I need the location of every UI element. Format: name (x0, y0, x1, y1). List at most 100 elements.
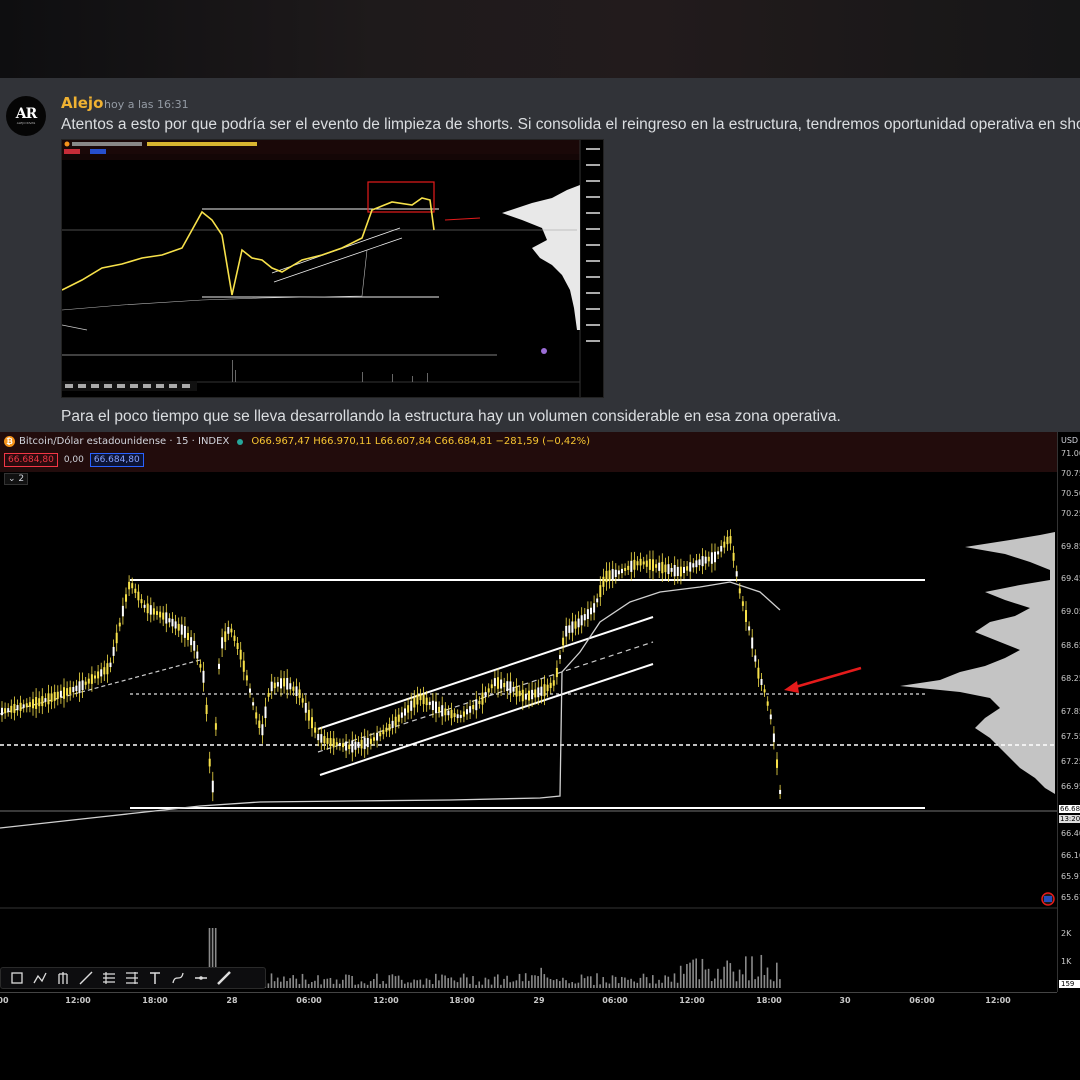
candle-body (59, 690, 62, 698)
candle-body (645, 560, 648, 567)
tradingview-chart[interactable]: ₿ Bitcoin/Dólar estadounidense · 15 · IN… (0, 432, 1080, 1010)
avatar-subtext: ALEJO RIVAS (16, 121, 36, 125)
candle-body (326, 738, 329, 744)
volume-bar (394, 976, 397, 988)
volume-bar (500, 984, 502, 988)
avatar[interactable]: AR ALEJO RIVAS (6, 96, 46, 136)
volume-bar (320, 984, 322, 988)
candle-body (435, 701, 437, 714)
rectangle-icon[interactable] (7, 969, 27, 987)
volume-label: 1K (1061, 957, 1072, 966)
volume-bar (407, 982, 409, 988)
candle-body (521, 689, 524, 702)
volume-bar (466, 977, 468, 988)
red-arrow-annotation[interactable] (784, 666, 862, 693)
candle-body (540, 686, 543, 696)
message-author[interactable]: Alejo (61, 94, 103, 112)
time-label: 12:00 (679, 996, 705, 1005)
candle-body (593, 603, 596, 613)
candle-body (450, 709, 453, 719)
volume-bar (413, 979, 415, 988)
candle-body (528, 690, 530, 701)
long-position-icon[interactable] (99, 969, 119, 987)
candle-body (323, 736, 326, 744)
chart-canvas[interactable] (0, 432, 1057, 992)
volume-bar (714, 978, 716, 988)
candle-body (648, 559, 651, 570)
volume-bar (487, 979, 490, 988)
text-icon[interactable] (145, 969, 165, 987)
time-label: 18:00 (142, 996, 168, 1005)
volume-bar (617, 983, 620, 988)
volume-bar (686, 964, 688, 988)
candle-body (338, 742, 341, 746)
candle-body (583, 614, 586, 621)
volume-bar (450, 977, 453, 988)
candle-body (385, 727, 388, 732)
candle-body (419, 694, 422, 701)
volume-bar (565, 980, 567, 988)
candle-body (140, 599, 143, 604)
volume-bar (518, 973, 521, 988)
price-axis[interactable]: USD 71.00 70.75 70.50 70.25 69.85 69.45 … (1057, 432, 1080, 992)
volume-bar (385, 983, 387, 988)
volume-bar (543, 974, 546, 988)
channel-upper[interactable] (317, 616, 654, 730)
volume-bar (351, 975, 353, 988)
volume-bar (537, 976, 539, 988)
candle-body (35, 697, 38, 709)
candle-body (779, 789, 782, 794)
volume-bar (497, 974, 499, 988)
path-icon[interactable] (30, 969, 50, 987)
candle-body (174, 621, 177, 629)
candle-body (642, 561, 645, 565)
candle-body (280, 678, 282, 689)
candle-body (404, 708, 406, 716)
candle-body (695, 560, 698, 568)
candle-body (515, 686, 518, 697)
trendline-icon[interactable] (76, 969, 96, 987)
volume-bar (304, 979, 307, 988)
fib-icon[interactable] (168, 969, 188, 987)
candle-body (205, 704, 208, 714)
candle-body (425, 697, 428, 706)
candle-body (776, 759, 778, 768)
candle-body (125, 594, 127, 602)
candle-body (41, 696, 44, 707)
volume-bar (568, 983, 570, 988)
candle-body (497, 677, 499, 689)
short-position-icon[interactable] (122, 969, 142, 987)
candle-body (4, 708, 7, 714)
time-label: 30 (839, 996, 851, 1005)
volume-bar (704, 969, 707, 988)
channel-lower[interactable] (319, 663, 654, 776)
time-axis[interactable]: 00 12:00 18:00 28 06:00 12:00 18:00 29 0… (0, 992, 1057, 1010)
candle-body (549, 682, 552, 689)
candle-body (357, 741, 360, 748)
volume-bar (456, 982, 459, 988)
candle-body (177, 623, 180, 631)
volume-bar (459, 977, 462, 988)
pitchfork-icon[interactable] (53, 969, 73, 987)
candle-body (658, 562, 661, 571)
volume-bar (555, 979, 558, 988)
volume-bar (528, 980, 530, 988)
candle-body (459, 714, 462, 718)
candle-body (168, 618, 171, 623)
last-price-tag: 66.68 (1059, 805, 1080, 813)
candle-body (180, 624, 183, 635)
ruler-icon[interactable] (214, 969, 234, 987)
candle-body (202, 670, 205, 683)
volume-bar (683, 973, 685, 988)
candle-body (258, 720, 261, 729)
horizontal-line-icon[interactable] (191, 969, 211, 987)
candle-body (292, 686, 295, 691)
time-label: 28 (226, 996, 238, 1005)
volume-bar (621, 976, 623, 988)
volume-bar (472, 976, 474, 988)
candle-body (224, 631, 227, 642)
candle-body (741, 601, 744, 606)
candle-body (156, 611, 158, 615)
price-label: 66.95 (1061, 782, 1080, 791)
chart-thumbnail-attachment[interactable] (61, 139, 604, 398)
